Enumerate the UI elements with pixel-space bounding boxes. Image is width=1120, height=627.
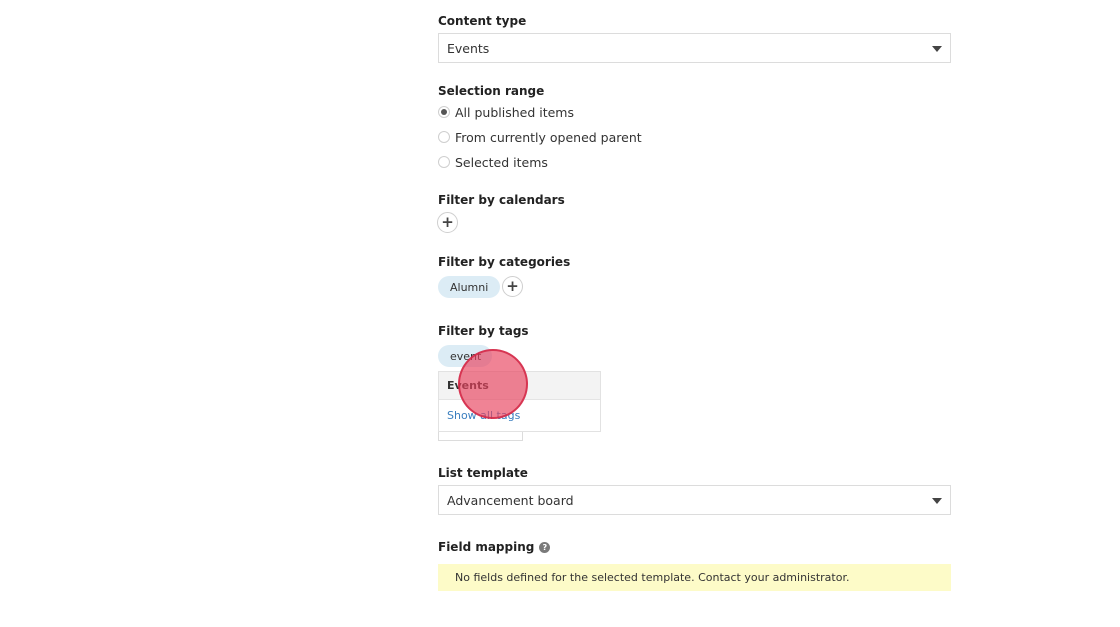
content-type-label: Content type	[438, 14, 527, 28]
filter-calendars-label: Filter by calendars	[438, 193, 565, 207]
filter-categories-label: Filter by categories	[438, 255, 571, 269]
list-template-value: Advancement board	[447, 492, 574, 508]
content-type-value: Events	[447, 40, 490, 56]
help-icon[interactable]: ?	[539, 542, 551, 553]
radio-unchecked-icon[interactable]	[438, 131, 450, 143]
list-template-label: List template	[438, 466, 528, 480]
radio-all-published[interactable]: All published items	[438, 102, 574, 122]
chip-label: Alumni	[450, 280, 489, 294]
radio-unchecked-icon[interactable]	[438, 156, 450, 168]
content-type-select[interactable]: Events	[438, 33, 951, 63]
filter-tags-label: Filter by tags	[438, 324, 529, 338]
radio-label: Selected items	[455, 154, 548, 170]
field-mapping-text: Field mapping	[438, 540, 535, 554]
radio-selected-items[interactable]: Selected items	[438, 152, 548, 172]
show-all-tags-link[interactable]: Show all tags	[439, 400, 600, 431]
chevron-down-icon	[932, 498, 942, 504]
plus-icon: +	[441, 213, 454, 231]
tag-suggestion-item[interactable]: Events	[439, 372, 600, 400]
tag-suggestions-dropdown: Events Show all tags	[438, 371, 601, 432]
radio-label: All published items	[455, 104, 574, 120]
chevron-down-icon	[932, 46, 942, 52]
add-calendar-button[interactable]: +	[437, 212, 458, 233]
selection-range-label: Selection range	[438, 84, 545, 98]
radio-label: From currently opened parent	[455, 129, 642, 145]
plus-icon: +	[506, 277, 519, 295]
field-mapping-notice: No fields defined for the selected templ…	[438, 564, 951, 591]
field-mapping-label: Field mapping?	[438, 540, 551, 554]
list-template-select[interactable]: Advancement board	[438, 485, 951, 515]
radio-from-parent[interactable]: From currently opened parent	[438, 127, 642, 147]
chip-label: event	[450, 349, 482, 363]
category-chip[interactable]: Alumni	[438, 276, 501, 298]
radio-checked-icon[interactable]	[438, 106, 450, 118]
tag-chip[interactable]: event	[438, 345, 492, 367]
add-category-button[interactable]: +	[502, 276, 523, 297]
